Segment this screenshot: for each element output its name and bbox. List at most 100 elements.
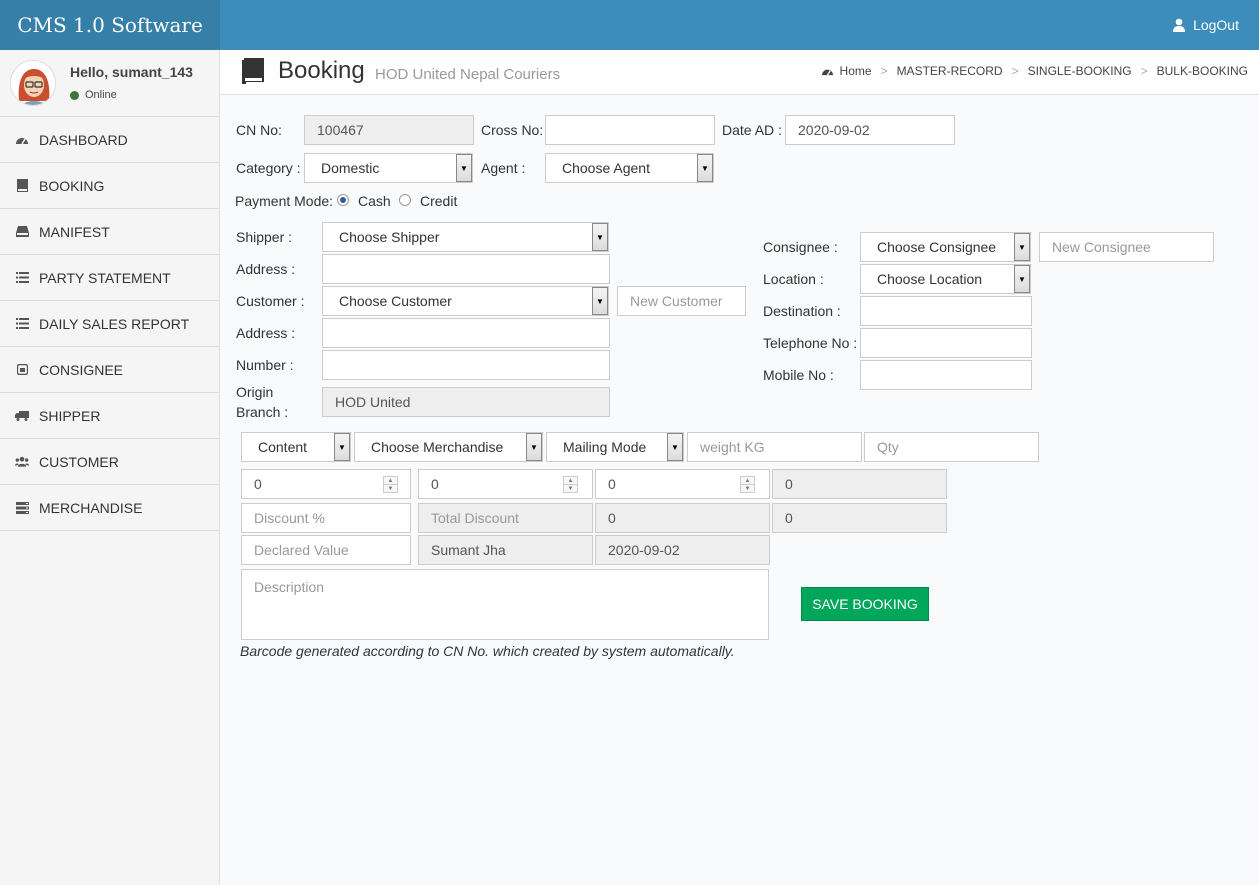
number-stepper-2[interactable]: 0 ▲ ▼ — [418, 469, 593, 499]
agent-value: Choose Agent — [562, 160, 650, 176]
number-field[interactable] — [322, 350, 610, 380]
stepper-arrows-icon[interactable]: ▲ ▼ — [383, 476, 398, 493]
dashboard-icon — [821, 69, 833, 76]
amount-field-2[interactable] — [595, 503, 770, 533]
declared-value-input[interactable] — [241, 535, 411, 565]
origin-branch-field[interactable] — [322, 387, 610, 417]
app-logo[interactable]: CMS 1.0 Software — [0, 0, 220, 50]
server-icon — [15, 501, 29, 515]
new-consignee-input[interactable] — [1039, 232, 1214, 262]
sidebar-item-booking[interactable]: BOOKING — [0, 163, 219, 209]
cn-no-field[interactable] — [304, 115, 474, 145]
number-stepper-value: 0 — [431, 476, 439, 492]
destination-field[interactable] — [860, 296, 1032, 326]
amount-field-1[interactable] — [772, 469, 947, 499]
created-date-field[interactable] — [595, 535, 770, 565]
breadcrumb-separator: > — [1140, 64, 1148, 78]
chevron-down-icon: ▼ — [667, 433, 683, 461]
user-icon — [1173, 18, 1186, 32]
amount-field-3[interactable] — [772, 503, 947, 533]
user-status: Online — [70, 89, 117, 101]
sidebar-item-manifest[interactable]: MANIFEST — [0, 209, 219, 255]
total-discount-field[interactable] — [418, 503, 593, 533]
save-booking-label: SAVE BOOKING — [812, 596, 918, 612]
book-icon — [15, 179, 29, 193]
page-title: Booking — [278, 57, 365, 84]
sidebar-item-merchandise[interactable]: MERCHANDISE — [0, 485, 219, 531]
sidebar-item-dashboard[interactable]: DASHBOARD — [0, 117, 219, 163]
qty-input[interactable] — [864, 432, 1039, 462]
sidebar: Hello, sumant_143 Online DASHBOARD BOOKI… — [0, 50, 220, 885]
number-stepper-value: 0 — [254, 476, 262, 492]
payment-credit-radio[interactable] — [399, 194, 411, 206]
breadcrumb: Home > MASTER-RECORD > SINGLE-BOOKING > … — [821, 64, 1248, 78]
cross-no-label: Cross No: — [481, 122, 544, 138]
logout-button[interactable]: LogOut — [1172, 0, 1239, 50]
breadcrumb-separator: > — [1011, 64, 1019, 78]
book-icon — [242, 58, 264, 84]
sidebar-item-consignee[interactable]: CONSIGNEE — [0, 347, 219, 393]
shipper-address-label: Address : — [236, 261, 296, 277]
telephone-label: Telephone No : — [763, 335, 858, 351]
agent-label: Agent : — [481, 160, 526, 176]
payment-credit-label: Credit — [420, 193, 458, 209]
chevron-down-icon: ▼ — [526, 433, 542, 461]
description-textarea[interactable]: Description — [241, 569, 769, 640]
logout-label: LogOut — [1193, 17, 1239, 33]
created-by-field[interactable] — [418, 535, 593, 565]
chevron-down-icon: ▼ — [592, 223, 608, 251]
content-select[interactable]: Content ▼ — [241, 432, 351, 462]
sidebar-item-shipper[interactable]: SHIPPER — [0, 393, 219, 439]
cn-no-label: CN No: — [236, 122, 282, 138]
category-select[interactable]: Domestic ▼ — [304, 153, 473, 183]
payment-cash-radio[interactable] — [337, 194, 349, 206]
agent-select[interactable]: Choose Agent ▼ — [545, 153, 714, 183]
customer-address-field[interactable] — [322, 318, 610, 348]
sidebar-item-daily-sales-report[interactable]: DAILY SALES REPORT — [0, 301, 219, 347]
breadcrumb-master-record[interactable]: MASTER-RECORD — [897, 64, 1003, 78]
stepper-arrows-icon[interactable]: ▲ ▼ — [740, 476, 755, 493]
save-booking-button[interactable]: SAVE BOOKING — [801, 587, 929, 621]
avatar — [10, 60, 56, 106]
sidebar-item-label: DASHBOARD — [39, 131, 128, 148]
telephone-field[interactable] — [860, 328, 1032, 358]
category-label: Category : — [236, 160, 301, 176]
breadcrumb-single-booking[interactable]: SINGLE-BOOKING — [1028, 64, 1132, 78]
date-ad-label: Date AD : — [722, 122, 782, 138]
sidebar-item-label: MERCHANDISE — [39, 499, 143, 516]
consignee-select[interactable]: Choose Consignee ▼ — [860, 232, 1031, 262]
weight-input[interactable] — [687, 432, 862, 462]
chevron-down-icon: ▼ — [456, 154, 472, 182]
mobile-field[interactable] — [860, 360, 1032, 390]
shipper-address-field[interactable] — [322, 254, 610, 284]
shipper-value: Choose Shipper — [339, 229, 440, 245]
merchandise-select[interactable]: Choose Merchandise ▼ — [354, 432, 543, 462]
breadcrumb-home[interactable]: Home — [840, 64, 872, 78]
customer-select[interactable]: Choose Customer ▼ — [322, 286, 609, 316]
breadcrumb-bulk-booking[interactable]: BULK-BOOKING — [1157, 64, 1248, 78]
customer-label: Customer : — [236, 293, 305, 309]
chevron-down-icon: ▼ — [334, 433, 350, 461]
discount-input[interactable] — [241, 503, 411, 533]
mobile-label: Mobile No : — [763, 367, 834, 383]
breadcrumb-separator: > — [880, 64, 888, 78]
new-customer-input[interactable] — [617, 286, 746, 316]
sidebar-item-label: DAILY SALES REPORT — [39, 315, 190, 332]
hdd-icon — [15, 225, 29, 239]
number-stepper-1[interactable]: 0 ▲ ▼ — [241, 469, 411, 499]
mailing-mode-select[interactable]: Mailing Mode ▼ — [546, 432, 684, 462]
content-header: Booking HOD United Nepal Couriers Home >… — [220, 50, 1259, 95]
shipper-select[interactable]: Choose Shipper ▼ — [322, 222, 609, 252]
user-panel: Hello, sumant_143 Online — [0, 50, 219, 117]
customer-address-label: Address : — [236, 325, 296, 341]
number-stepper-3[interactable]: 0 ▲ ▼ — [595, 469, 770, 499]
location-select[interactable]: Choose Location ▼ — [860, 264, 1031, 294]
sidebar-item-customer[interactable]: CUSTOMER — [0, 439, 219, 485]
sidebar-item-party-statement[interactable]: PARTY STATEMENT — [0, 255, 219, 301]
number-label: Number : — [236, 357, 294, 373]
destination-label: Destination : — [763, 303, 841, 319]
payment-cash-label: Cash — [358, 193, 391, 209]
cross-no-field[interactable] — [545, 115, 715, 145]
date-ad-field[interactable] — [785, 115, 955, 145]
stepper-arrows-icon[interactable]: ▲ ▼ — [563, 476, 578, 493]
